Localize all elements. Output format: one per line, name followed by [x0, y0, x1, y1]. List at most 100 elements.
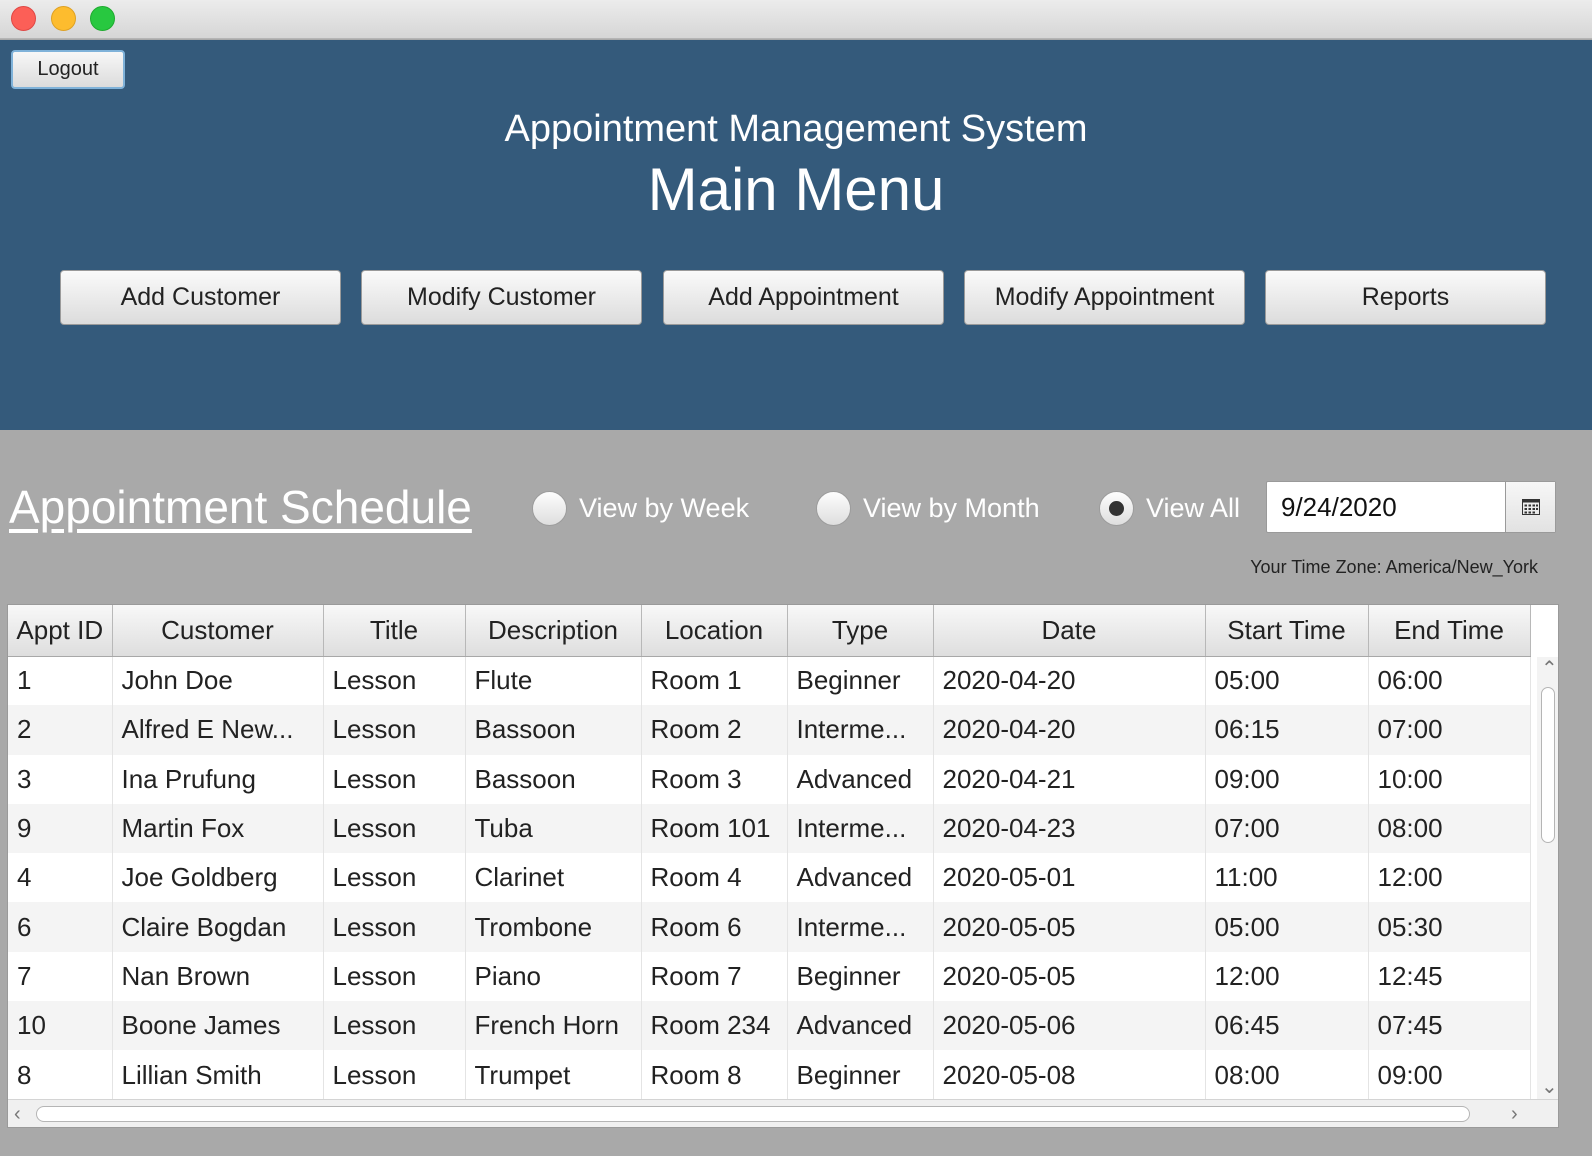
table-cell: Beginner: [787, 656, 934, 706]
table-cell: 10:00: [1368, 754, 1531, 804]
table-cell: Lesson: [323, 803, 466, 854]
radio-label: View All: [1146, 492, 1241, 523]
calendar-button[interactable]: [1505, 482, 1555, 532]
table-cell: Lesson: [323, 1001, 466, 1051]
table-row[interactable]: 9 Martin Fox Lesson Tuba Room 101 Interme... 2…: [8, 803, 1531, 854]
scroll-left-icon[interactable]: ‹: [14, 1104, 21, 1124]
column-header[interactable]: Description: [465, 605, 642, 657]
reports-button[interactable]: Reports: [1265, 270, 1546, 325]
column-header[interactable]: Type: [787, 605, 934, 657]
view-by-month-radio[interactable]: View by Month: [816, 488, 1040, 528]
radio-label: View by Week: [579, 492, 750, 523]
add-customer-button[interactable]: Add Customer: [60, 270, 341, 325]
table-cell: Lesson: [323, 853, 466, 903]
radio-circle[interactable]: [532, 490, 567, 526]
add-appointment-button[interactable]: Add Appointment: [663, 270, 944, 325]
table-cell: 06:45: [1205, 1001, 1369, 1051]
table-cell: 07:45: [1368, 1001, 1531, 1051]
table-row[interactable]: 7 Nan Brown Lesson Piano Room 7 Beginner 2020-…: [8, 951, 1531, 1002]
date-input[interactable]: [1267, 482, 1507, 532]
table-cell: Advanced: [787, 754, 934, 804]
column-header[interactable]: Date: [933, 605, 1206, 657]
table-cell: Interme...: [787, 705, 934, 755]
table-row[interactable]: 2 Alfred E New... Lesson Bassoon Room 2 Inter…: [8, 705, 1531, 755]
table-cell: Alfred E New...: [112, 705, 324, 755]
table-cell: 08:00: [1368, 803, 1531, 854]
table-cell: 3: [8, 754, 113, 804]
table-cell: Lesson: [323, 951, 466, 1002]
table-cell: Lesson: [323, 1050, 466, 1100]
table-cell: Room 7: [641, 951, 788, 1002]
table-cell: 2: [8, 705, 113, 755]
table-cell: Lesson: [323, 705, 466, 755]
table-row[interactable]: 4 Joe Goldberg Lesson Clarinet Room 4 Advance…: [8, 853, 1531, 903]
column-header[interactable]: End Time: [1368, 605, 1531, 657]
table-cell: 09:00: [1205, 754, 1369, 804]
table-cell: 2020-05-06: [933, 1001, 1206, 1051]
close-window-icon[interactable]: [11, 6, 36, 31]
table-cell: 09:00: [1368, 1050, 1531, 1100]
table-body: 1 John Doe Lesson Flute Room 1 Beginner 2020-0…: [8, 656, 1531, 1100]
table-row[interactable]: 3 Ina Prufung Lesson Bassoon Room 3 Advanced 2…: [8, 754, 1531, 804]
radio-dot: [1109, 500, 1124, 516]
table-cell: Bassoon: [465, 705, 642, 755]
radio-circle-selected[interactable]: [1099, 490, 1134, 526]
view-all-radio[interactable]: View All: [1099, 488, 1240, 528]
column-header[interactable]: Title: [323, 605, 466, 657]
table-cell: 6: [8, 902, 113, 952]
table-row[interactable]: 10 Boone James Lesson French Horn Room 234 Ad…: [8, 1001, 1531, 1051]
table-cell: 07:00: [1205, 803, 1369, 854]
table-cell: 8: [8, 1050, 113, 1100]
table-cell: 2020-05-05: [933, 902, 1206, 952]
minimize-window-icon[interactable]: [51, 6, 76, 31]
table-cell: 10: [8, 1001, 113, 1051]
maximize-window-icon[interactable]: [90, 6, 115, 31]
scroll-right-icon[interactable]: ›: [1511, 1104, 1518, 1124]
table-cell: 05:30: [1368, 902, 1531, 952]
table-cell: 12:00: [1368, 853, 1531, 903]
table-cell: Room 3: [641, 754, 788, 804]
horizontal-scroll-thumb[interactable]: [36, 1106, 1470, 1122]
column-header[interactable]: Start Time: [1205, 605, 1369, 657]
table-cell: Room 8: [641, 1050, 788, 1100]
table-cell: 06:15: [1205, 705, 1369, 755]
column-header[interactable]: Customer: [112, 605, 324, 657]
table-row[interactable]: 1 John Doe Lesson Flute Room 1 Beginner 2020-0…: [8, 656, 1531, 706]
vertical-scrollbar[interactable]: ⌃ ⌄: [1537, 657, 1558, 1099]
table-cell: Room 1: [641, 656, 788, 706]
table-cell: Advanced: [787, 1001, 934, 1051]
table-cell: Claire Bogdan: [112, 902, 324, 952]
table-cell: Tuba: [465, 803, 642, 854]
table-cell: Flute: [465, 656, 642, 706]
logout-button[interactable]: Logout: [11, 50, 125, 89]
date-picker[interactable]: [1266, 481, 1556, 533]
table-row[interactable]: 6 Claire Bogdan Lesson Trombone Room 6 Interm…: [8, 902, 1531, 952]
view-by-week-radio[interactable]: View by Week: [532, 488, 749, 528]
table-cell: Nan Brown: [112, 951, 324, 1002]
schedule-title: Appointment Schedule: [9, 481, 472, 533]
radio-label: View by Month: [863, 492, 1040, 523]
header-panel: Logout Appointment Management System Mai…: [0, 40, 1592, 430]
appointment-table: Appt ID Customer Title Description Location T…: [7, 604, 1559, 1128]
table-cell: 2020-05-08: [933, 1050, 1206, 1100]
table-cell: Room 234: [641, 1001, 788, 1051]
app-title: Appointment Management System: [504, 108, 1088, 150]
column-header[interactable]: Appt ID: [8, 605, 113, 657]
table-cell: Room 6: [641, 902, 788, 952]
scroll-down-icon[interactable]: ⌄: [1541, 1077, 1558, 1097]
modify-customer-button[interactable]: Modify Customer: [361, 270, 642, 325]
table-cell: Room 4: [641, 853, 788, 903]
table-cell: 2020-04-21: [933, 754, 1206, 804]
table-row[interactable]: 8 Lillian Smith Lesson Trumpet Room 8 Beginne…: [8, 1050, 1531, 1100]
scroll-up-icon[interactable]: ⌃: [1541, 659, 1558, 679]
horizontal-scrollbar[interactable]: ‹ ›: [8, 1099, 1558, 1127]
table-cell: 12:00: [1205, 951, 1369, 1002]
modify-appointment-button[interactable]: Modify Appointment: [964, 270, 1245, 325]
vertical-scroll-thumb[interactable]: [1541, 687, 1555, 843]
table-cell: John Doe: [112, 656, 324, 706]
table-header-row: Appt ID Customer Title Description Location T…: [8, 605, 1531, 657]
table-cell: French Horn: [465, 1001, 642, 1051]
radio-circle[interactable]: [816, 490, 851, 526]
window-titlebar: [0, 0, 1592, 39]
column-header[interactable]: Location: [641, 605, 788, 657]
